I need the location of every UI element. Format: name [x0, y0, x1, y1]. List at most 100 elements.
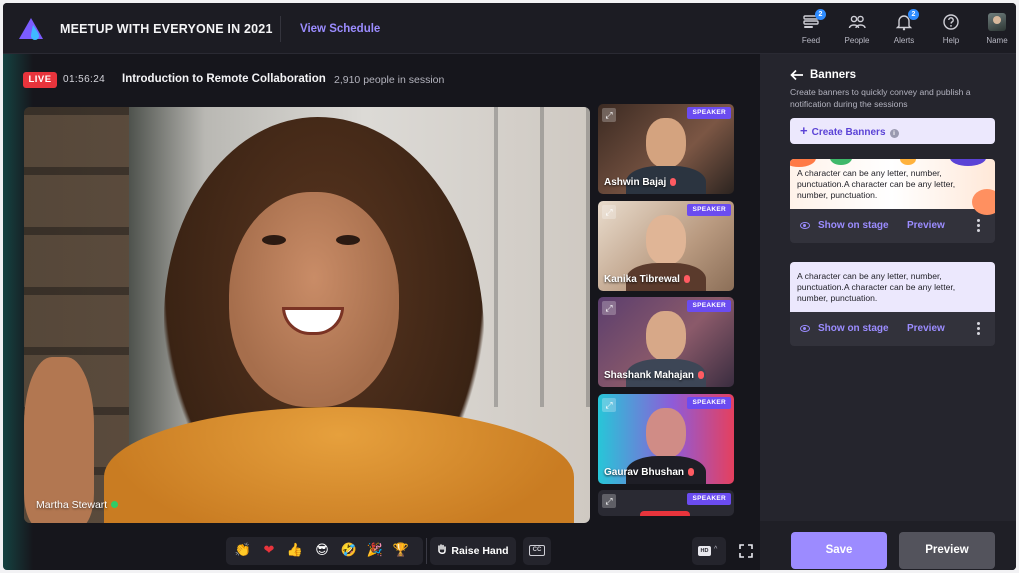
speaker-tag: SPEAKER — [687, 493, 731, 505]
decor-shape — [900, 159, 916, 165]
event-title: MEETUP WITH EVERYONE IN 2021 — [60, 22, 273, 36]
speaker-tile[interactable]: ⤢ SPEAKER Gaurav Bhushan — [598, 394, 734, 484]
banners-panel: Banners Create banners to quickly convey… — [760, 54, 1016, 570]
show-on-stage-button[interactable]: Show on stage — [818, 323, 889, 334]
mic-active-icon — [111, 501, 119, 508]
speaker-eye-left — [262, 235, 286, 245]
create-banners-button[interactable]: + Create Banners i — [790, 118, 995, 144]
banner-card: A character can be any letter, number, p… — [790, 262, 995, 346]
mic-muted-icon — [683, 275, 690, 283]
eye-icon — [800, 222, 810, 229]
nav-feed-label: Feed — [801, 36, 821, 45]
speaker-head — [646, 311, 686, 361]
info-icon[interactable]: i — [889, 129, 899, 138]
speaker-head — [646, 215, 686, 265]
speaker-tile[interactable]: ⤢ SPEAKER Ashwin Bajaj — [598, 104, 734, 194]
nav-people[interactable]: People — [835, 11, 879, 49]
speaker-name-label: Kanika Tibrewal — [604, 274, 680, 285]
speaker-eye-right — [336, 235, 360, 245]
thumbs-up-reaction-icon[interactable]: 👍 — [286, 542, 304, 560]
help-icon — [942, 13, 960, 31]
eye-icon — [800, 325, 810, 332]
people-icon — [848, 13, 866, 31]
speaker-face — [229, 192, 399, 407]
expand-icon[interactable]: ⤢ — [602, 398, 616, 412]
attendee-count: 2,910 people in session — [334, 74, 445, 86]
feed-badge: 2 — [815, 9, 826, 20]
heart-reaction-icon[interactable]: ❤ — [260, 542, 278, 560]
expand-icon[interactable]: ⤢ — [602, 108, 616, 122]
speaker-name: Ashwin Bajaj — [604, 177, 677, 188]
app-window: MEETUP WITH EVERYONE IN 2021 View Schedu… — [3, 3, 1016, 570]
preview-button[interactable]: Preview — [899, 532, 995, 569]
more-options-icon[interactable] — [977, 219, 981, 233]
raise-hand-button[interactable]: Raise Hand — [430, 537, 516, 565]
view-schedule-link[interactable]: View Schedule — [300, 23, 380, 35]
main-speaker-label: Martha Stewart — [36, 499, 108, 511]
quality-button[interactable]: HD ^ — [692, 537, 726, 565]
nav-profile[interactable]: Name — [975, 11, 1016, 49]
laugh-reaction-icon[interactable]: 🤣 — [340, 542, 358, 560]
alerts-badge: 2 — [908, 9, 919, 20]
more-options-icon[interactable] — [977, 322, 981, 336]
save-button[interactable]: Save — [791, 532, 887, 569]
speaker-name-label: Ashwin Bajaj — [604, 177, 667, 188]
expand-icon[interactable]: ⤢ — [602, 494, 616, 508]
speaker-tile[interactable]: ⤢ SPEAKER Shashank Mahajan — [598, 297, 734, 387]
nav-alerts-label: Alerts — [893, 36, 915, 45]
create-banners-label: Create Banners — [811, 127, 886, 138]
banner-preview-button[interactable]: Preview — [907, 220, 945, 231]
mic-muted-icon — [670, 178, 677, 186]
nav-help[interactable]: Help — [929, 11, 973, 49]
decor-shape — [830, 159, 852, 165]
mic-muted-icon — [688, 468, 695, 476]
speaker-tag: SPEAKER — [687, 300, 731, 312]
fullscreen-button[interactable] — [732, 537, 760, 565]
speaker-tile[interactable]: ⤢ SPEAKER Kanika Tibrewal — [598, 201, 734, 291]
mic-muted-icon — [698, 371, 705, 379]
banner-preview[interactable]: A character can be any letter, number, p… — [790, 159, 995, 215]
feed-icon: 2 — [802, 9, 826, 31]
trophy-reaction-icon[interactable]: 🏆 — [392, 542, 410, 560]
nav-feed[interactable]: 2 Feed — [789, 9, 833, 49]
app-logo-icon[interactable] — [18, 17, 44, 41]
speaker-name-label: Gaurav Bhushan — [604, 467, 685, 478]
plus-icon: + — [800, 123, 808, 138]
panel-description: Create banners to quickly convey and pub… — [790, 87, 971, 109]
banner-text: A character can be any letter, number, p… — [797, 168, 956, 201]
top-bar: MEETUP WITH EVERYONE IN 2021 View Schedu… — [3, 3, 1016, 54]
decor-shape — [950, 159, 986, 166]
session-title: Introduction to Remote Collaboration — [122, 73, 326, 85]
main-speaker-name: Martha Stewart — [36, 499, 119, 511]
main-stage-video[interactable]: Martha Stewart — [24, 107, 590, 523]
expand-icon[interactable]: ⤢ — [602, 205, 616, 219]
cool-reaction-icon[interactable]: 😎 — [313, 542, 331, 560]
banner-preview[interactable]: A character can be any letter, number, p… — [790, 262, 995, 312]
speaker-tile[interactable]: ⤢ SPEAKER — [598, 490, 734, 516]
decor-shape — [790, 159, 816, 167]
raise-hand-label: Raise Hand — [451, 545, 509, 557]
back-arrow-icon[interactable] — [790, 68, 804, 82]
expand-icon[interactable]: ⤢ — [602, 301, 616, 315]
speaker-tag: SPEAKER — [687, 107, 731, 119]
nav-alerts[interactable]: 2 Alerts — [882, 9, 926, 49]
fullscreen-icon — [739, 544, 753, 558]
speaker-tag: SPEAKER — [687, 204, 731, 216]
banner-card: A character can be any letter, number, p… — [790, 159, 995, 243]
captions-button[interactable]: CC — [523, 537, 551, 565]
avatar — [988, 13, 1006, 31]
panel-title: Banners — [810, 69, 857, 81]
show-on-stage-button[interactable]: Show on stage — [818, 220, 889, 231]
clap-reaction-icon[interactable]: 👏 — [234, 542, 252, 560]
nav-help-label: Help — [942, 36, 960, 45]
speaker-name: Shashank Mahajan — [604, 370, 705, 381]
header-divider — [280, 16, 281, 42]
nav-people-label: People — [844, 36, 870, 45]
speaker-name-label: Shashank Mahajan — [604, 370, 695, 381]
party-reaction-icon[interactable]: 🎉 — [366, 542, 384, 560]
reaction-bar: 👏 ❤ 👍 😎 🤣 🎉 🏆 — [226, 537, 423, 565]
captions-icon: CC — [529, 545, 545, 556]
hand-icon — [438, 544, 447, 554]
banner-preview-button[interactable]: Preview — [907, 323, 945, 334]
controls-divider — [426, 538, 427, 564]
